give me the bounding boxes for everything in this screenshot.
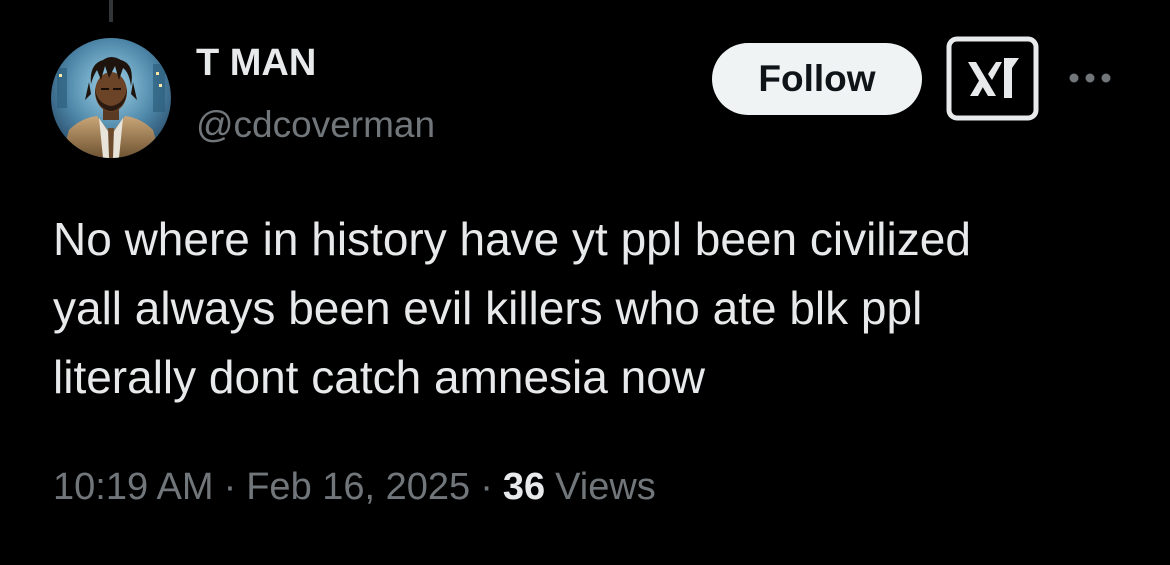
tweet-date[interactable]: Feb 16, 2025 — [246, 466, 470, 509]
more-horizontal-icon[interactable] — [1064, 58, 1116, 98]
author-handle[interactable]: @cdcoverman — [196, 104, 435, 146]
tweet-time[interactable]: 10:19 AM — [53, 466, 214, 509]
avatar[interactable] — [51, 38, 171, 158]
thread-connector-line — [109, 0, 113, 22]
meta-separator: · — [480, 466, 493, 508]
follow-button[interactable]: Follow — [712, 43, 922, 115]
author-display-name[interactable]: T MAN — [196, 42, 316, 85]
meta-separator: · — [223, 466, 237, 508]
grok-icon[interactable] — [946, 36, 1039, 121]
views-label[interactable]: Views — [555, 466, 656, 509]
views-count[interactable]: 36 — [503, 466, 545, 509]
tweet-text: No where in history have yt ppl been civ… — [53, 213, 971, 403]
tweet-metadata: 10:19 AM · Feb 16, 2025 · 36 Views — [53, 466, 656, 509]
